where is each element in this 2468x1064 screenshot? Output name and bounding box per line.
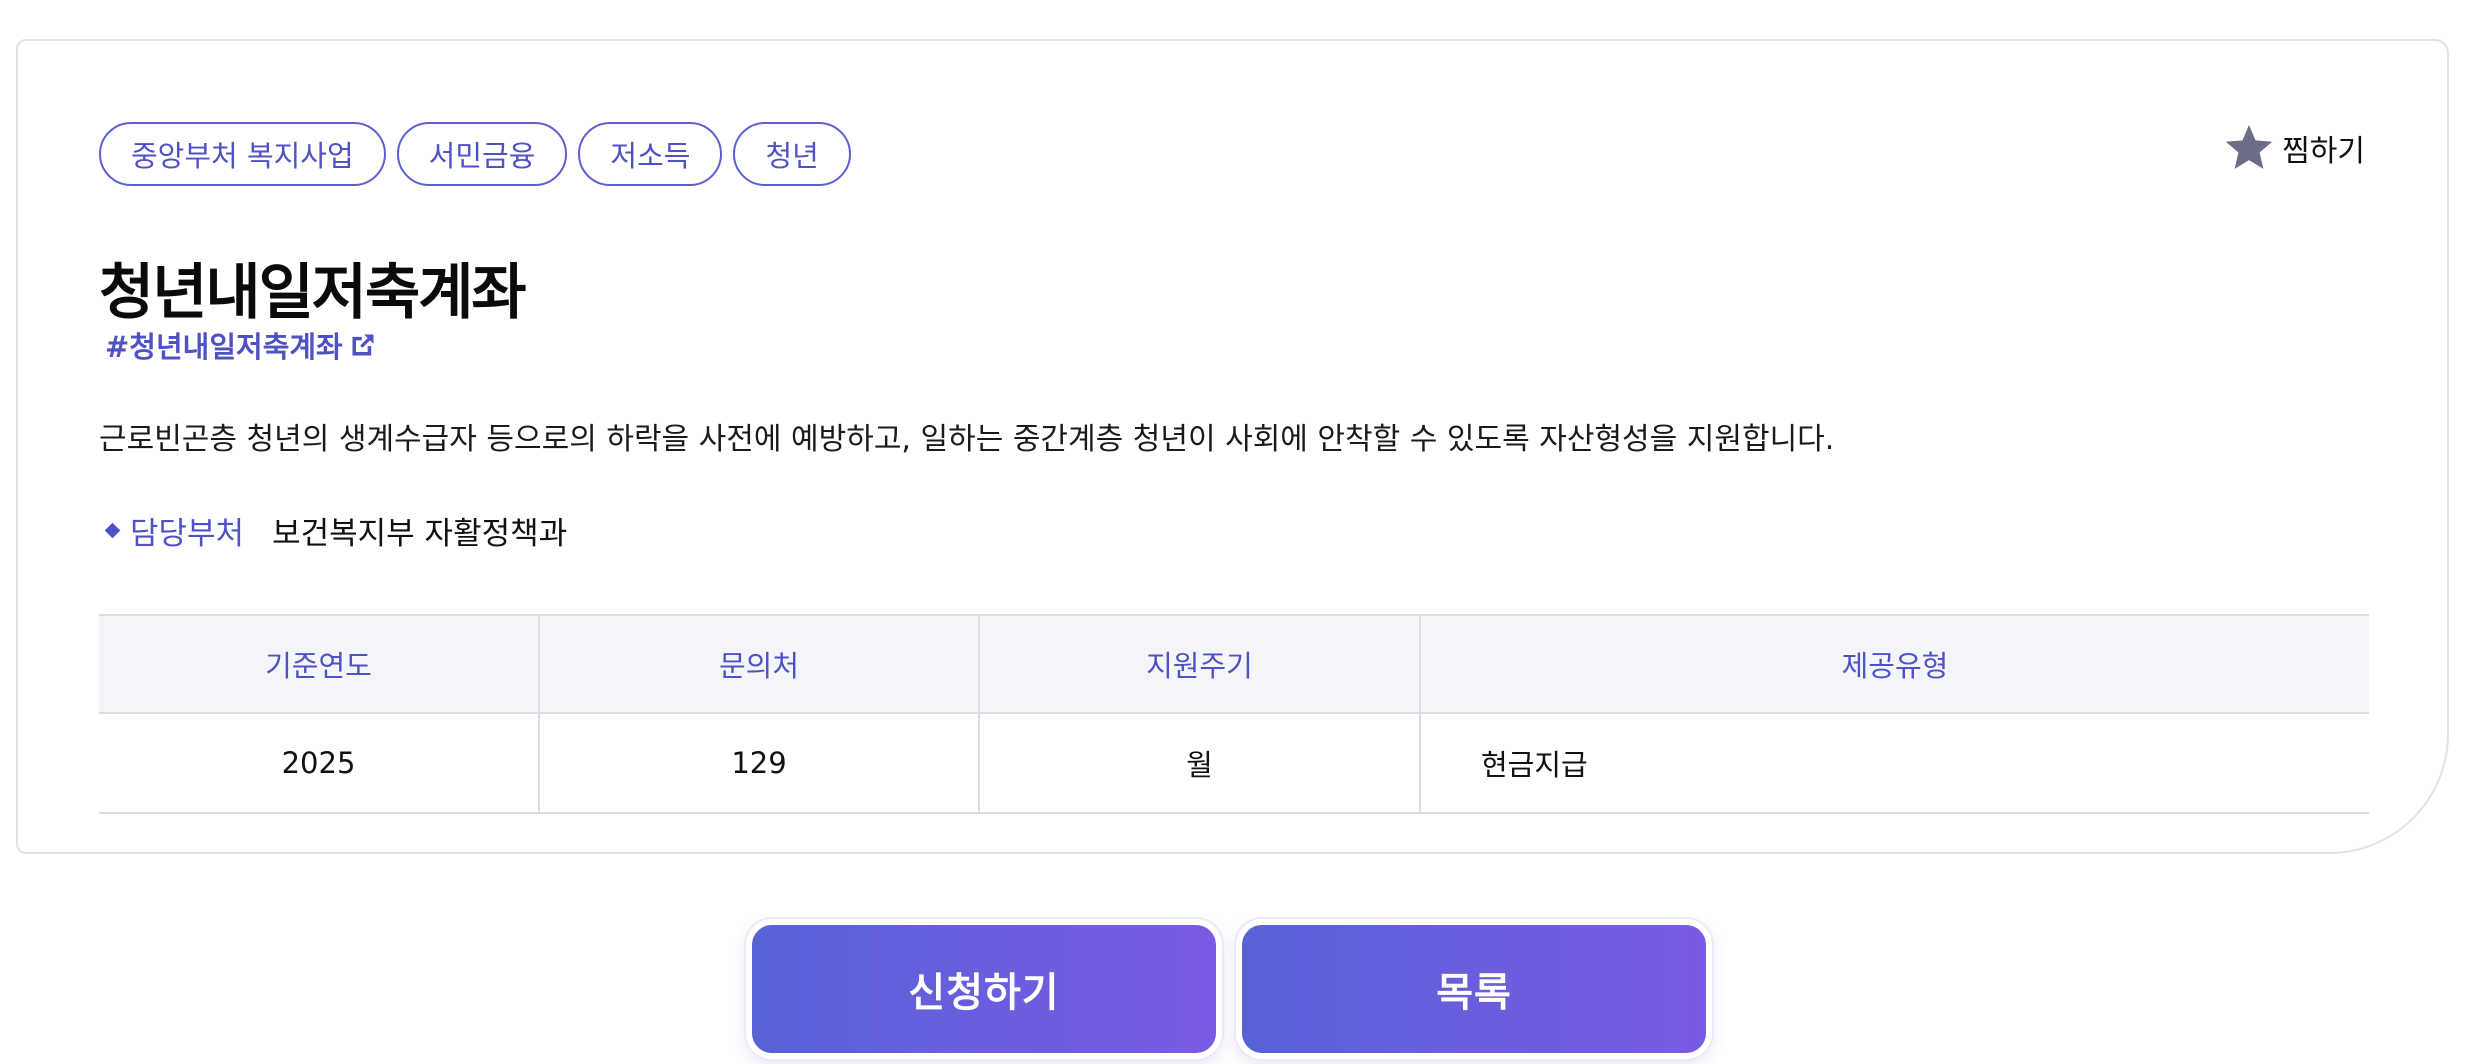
hashtag-label: #청년내일저축계좌 — [105, 330, 343, 364]
bullet-diamond-icon — [104, 522, 121, 539]
cell-provision-type: 현금지급 — [1420, 713, 2369, 814]
tag-microfinance[interactable]: 서민금융 — [396, 122, 568, 186]
info-table: 기준연도 문의처 지원주기 제공유형 2025 129 월 현금지급 — [99, 614, 2369, 814]
tag-youth[interactable]: 청년 — [733, 122, 851, 186]
star-icon — [2226, 125, 2273, 169]
action-buttons: 신청하기 목록 — [746, 919, 1712, 1059]
table-header-row: 기준연도 문의처 지원주기 제공유형 — [99, 614, 2369, 714]
header-contact: 문의처 — [539, 614, 980, 714]
department-value: 보건복지부 자활정책과 — [272, 516, 568, 552]
page-title: 청년내일저축계좌 — [99, 258, 527, 328]
favorite-button[interactable]: 찜하기 — [2222, 121, 2365, 175]
tag-list: 중앙부처 복지사업 서민금융 저소득 청년 — [99, 122, 851, 186]
department-label: 담당부처 — [130, 516, 245, 552]
header-provision-type: 제공유형 — [1420, 614, 2369, 714]
table-row: 2025 129 월 현금지급 — [99, 713, 2369, 814]
cell-contact: 129 — [539, 713, 980, 814]
header-base-year: 기준연도 — [99, 614, 540, 714]
service-description: 근로빈곤층 청년의 생계수급자 등으로의 하락을 사전에 예방하고, 일하는 중… — [99, 422, 1835, 457]
hashtag-link[interactable]: #청년내일저축계좌 — [105, 324, 377, 366]
tag-low-income[interactable]: 저소득 — [578, 122, 723, 186]
header-support-cycle: 지원주기 — [979, 614, 1421, 714]
cell-support-cycle: 월 — [979, 713, 1421, 814]
favorite-label: 찜하기 — [2282, 134, 2365, 169]
tag-central-welfare[interactable]: 중앙부처 복지사업 — [99, 122, 386, 186]
cell-base-year: 2025 — [99, 713, 540, 814]
service-detail-card: 중앙부처 복지사업 서민금융 저소득 청년 찜하기 청년내일저축계좌 #청년내일… — [16, 39, 2449, 854]
external-link-icon — [352, 334, 374, 356]
apply-button[interactable]: 신청하기 — [746, 919, 1222, 1059]
department-row: 담당부처 보건복지부 자활정책과 — [99, 508, 567, 553]
list-button[interactable]: 목록 — [1236, 919, 1712, 1059]
